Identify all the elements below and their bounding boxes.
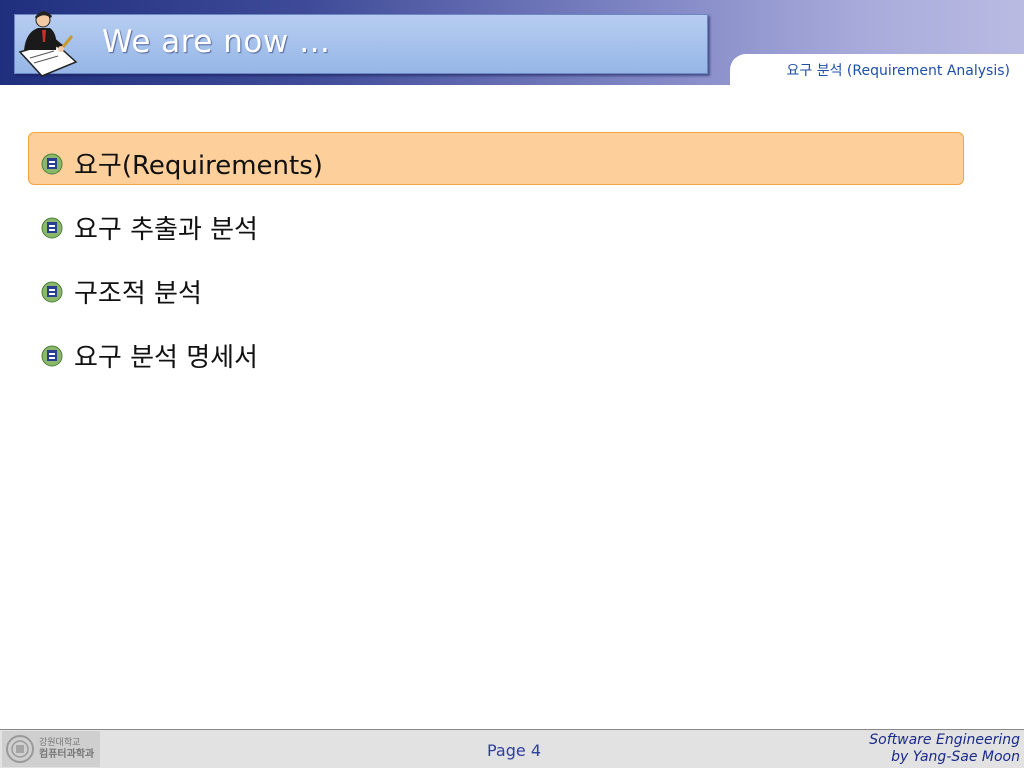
department-logo: 강원대학교 컴퓨터과학과 (2, 731, 100, 767)
outline-item-label: 요구(Requirements) (74, 151, 323, 181)
university-emblem-icon (41, 153, 63, 174)
slide-title: We are now … (102, 24, 331, 60)
university-emblem-icon (41, 217, 63, 238)
outline-item-structured-analysis: 구조적 분석 (40, 273, 202, 310)
author-name: by Yang-Sae Moon (891, 749, 1020, 765)
outline-item-elicitation: 요구 추출과 분석 (40, 209, 258, 246)
outline-item-specification: 요구 분석 명세서 (40, 337, 258, 374)
section-subtitle: 요구 분석 (Requirement Analysis) (786, 63, 1010, 79)
page-number: Page 4 (487, 741, 541, 760)
logo-department-name: 컴퓨터과학과 (39, 749, 95, 760)
outline-item-label: 요구 분석 명세서 (74, 343, 258, 373)
university-seal-icon (6, 735, 34, 763)
course-name: Software Engineering (869, 732, 1020, 748)
outline-item-requirements: 요구(Requirements) (40, 145, 323, 182)
outline-item-label: 구조적 분석 (74, 279, 202, 309)
outline-item-label: 요구 추출과 분석 (74, 215, 258, 245)
person-with-pen-icon (18, 11, 78, 77)
university-emblem-icon (41, 281, 63, 302)
university-emblem-icon (41, 345, 63, 366)
course-credit: Software Engineering by Yang-Sae Moon (869, 732, 1020, 766)
logo-university-name: 강원대학교 (39, 738, 81, 748)
